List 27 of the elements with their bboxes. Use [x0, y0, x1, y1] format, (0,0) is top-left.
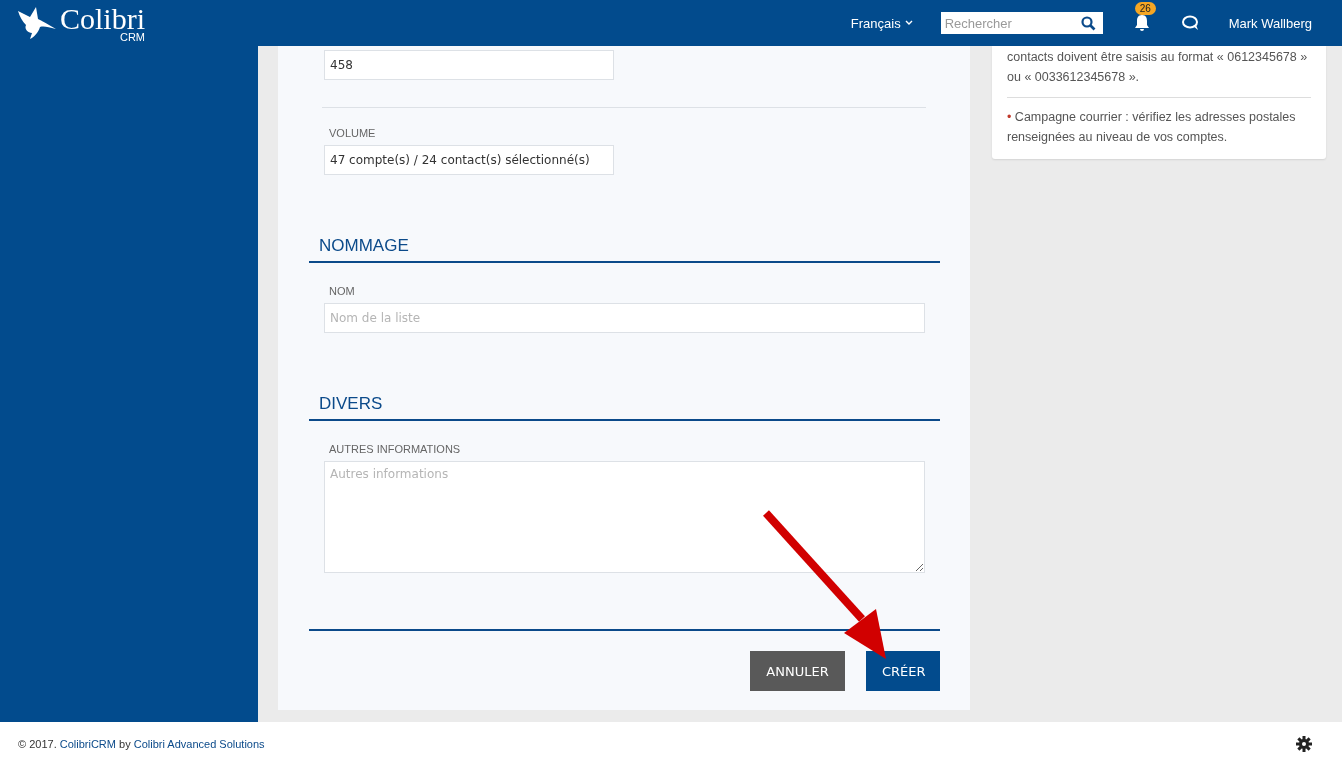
field-label: AUTRES INFORMATIONS	[329, 443, 462, 456]
search-field[interactable]: Rechercher	[940, 12, 1103, 34]
chevron-down-icon	[904, 20, 913, 26]
language-dropdown[interactable]: Français	[850, 15, 913, 31]
colibricrm-link[interactable]: ColibriCRM	[59, 738, 116, 750]
text-field[interactable]: Nom de la liste	[324, 303, 925, 333]
text-area[interactable]: Autres informations	[324, 461, 925, 573]
note-text: • Campagne courrier : vérifiez les adresses postales renseignées au niveau de vos comptes.	[1007, 109, 1297, 146]
create-button[interactable]: CRÉER	[866, 651, 940, 691]
section-heading: NOMMAGE	[319, 235, 410, 257]
copyright-text: © 2017. ColibriCRM by Colibri Advanced Solutions	[18, 738, 265, 750]
search-icon[interactable]	[1080, 16, 1096, 31]
cancel-button[interactable]: ANNULER	[750, 651, 845, 691]
section-heading: DIVERS	[319, 393, 384, 415]
notification-badge: 26	[1134, 2, 1156, 15]
bell-icon[interactable]	[1132, 14, 1151, 32]
note-text: contacts doivent être saisis au format « 0612345678 » ou « 0033612345678 ».	[1007, 49, 1309, 86]
field-label: VOLUME	[329, 127, 377, 140]
company-link[interactable]: Colibri Advanced Solutions	[133, 738, 265, 750]
settings-icon[interactable]	[1296, 736, 1312, 752]
logo-subtitle: CRM	[119, 31, 145, 43]
input-field[interactable]: 458	[324, 50, 614, 80]
logo-title: Colibri	[60, 3, 145, 34]
input-field[interactable]: 47 compte(s) / 24 contact(s) sélectionné(s)	[324, 145, 614, 175]
chat-icon[interactable]	[1180, 14, 1201, 32]
field-label: NOM	[329, 285, 356, 298]
user-name[interactable]: Mark Wallberg	[1228, 15, 1312, 31]
